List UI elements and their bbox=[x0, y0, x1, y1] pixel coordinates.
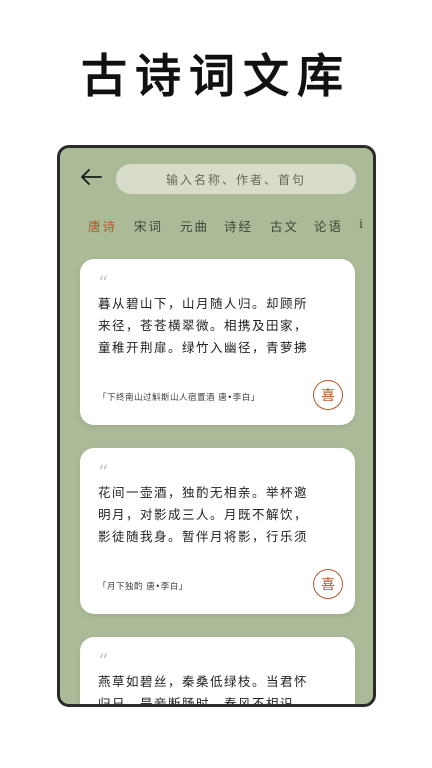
tab-songci[interactable]: 宋词 bbox=[134, 216, 163, 235]
phone-frame: 输入名称、作者、首句 唐诗 宋词 元曲 诗经 古文 论语 i “ 暮从碧山下，山… bbox=[57, 145, 376, 707]
app-headline: 古诗词文库 bbox=[81, 49, 351, 103]
tab-yuanqu[interactable]: 元曲 bbox=[180, 216, 209, 235]
favorite-button[interactable]: 喜 bbox=[313, 569, 343, 599]
favorite-icon: 喜 bbox=[321, 388, 335, 404]
poem-text: 花间一壶酒，独酌无相亲。举杯邀 明月，对影成三人。月既不解饮， 影徒随我身。暂伴… bbox=[98, 482, 338, 548]
poem-line: 燕草如碧丝，秦桑低绿枝。当君怀 bbox=[98, 674, 309, 689]
top-bar: 输入名称、作者、首句 bbox=[60, 148, 373, 208]
poem-text: 暮从碧山下，山月随人归。却顾所 来径，苍苍横翠微。相携及田家， 童稚开荆扉。绿竹… bbox=[98, 293, 338, 359]
poem-line: 童稚开荆扉。绿竹入幽径，青萝拂 bbox=[98, 340, 309, 355]
quote-mark-icon: “ bbox=[98, 649, 109, 673]
poem-card[interactable]: “ 燕草如碧丝，秦桑低绿枝。当君怀 归日，是妾断肠时。春风不相识， bbox=[80, 637, 355, 707]
tab-more[interactable]: i bbox=[359, 216, 365, 231]
tab-shijing[interactable]: 诗经 bbox=[224, 216, 253, 235]
favorite-button[interactable]: 喜 bbox=[313, 380, 343, 410]
poem-source: 「下终南山过斛斯山人宿置酒 唐•李白」 bbox=[98, 393, 260, 403]
quote-mark-icon: “ bbox=[98, 460, 109, 484]
poem-text: 燕草如碧丝，秦桑低绿枝。当君怀 归日，是妾断肠时。春风不相识， bbox=[98, 671, 338, 707]
poem-source: 「月下独酌 唐•李白」 bbox=[98, 582, 188, 592]
tab-guwen[interactable]: 古文 bbox=[270, 216, 299, 235]
poem-line: 暮从碧山下，山月随人归。却顾所 bbox=[98, 296, 309, 311]
quote-mark-icon: “ bbox=[98, 271, 109, 295]
poem-card[interactable]: “ 暮从碧山下，山月随人归。却顾所 来径，苍苍横翠微。相携及田家， 童稚开荆扉。… bbox=[80, 259, 355, 425]
poem-line: 来径，苍苍横翠微。相携及田家， bbox=[98, 318, 309, 333]
poem-line: 影徒随我身。暂伴月将影，行乐须 bbox=[98, 529, 309, 544]
favorite-icon: 喜 bbox=[321, 577, 335, 593]
poem-line: 明月，对影成三人。月既不解饮， bbox=[98, 507, 309, 522]
category-tabs: 唐诗 宋词 元曲 诗经 古文 论语 i bbox=[60, 212, 373, 236]
search-placeholder: 输入名称、作者、首句 bbox=[165, 172, 306, 187]
search-input[interactable]: 输入名称、作者、首句 bbox=[116, 164, 356, 194]
tab-tangshi[interactable]: 唐诗 bbox=[88, 216, 117, 235]
poem-line: 归日，是妾断肠时。春风不相识， bbox=[98, 696, 309, 707]
tab-lunyu[interactable]: 论语 bbox=[314, 216, 343, 235]
poem-line: 花间一壶酒，独酌无相亲。举杯邀 bbox=[98, 485, 309, 500]
back-arrow-icon[interactable] bbox=[80, 168, 102, 186]
poem-card[interactable]: “ 花间一壶酒，独酌无相亲。举杯邀 明月，对影成三人。月既不解饮， 影徒随我身。… bbox=[80, 448, 355, 614]
